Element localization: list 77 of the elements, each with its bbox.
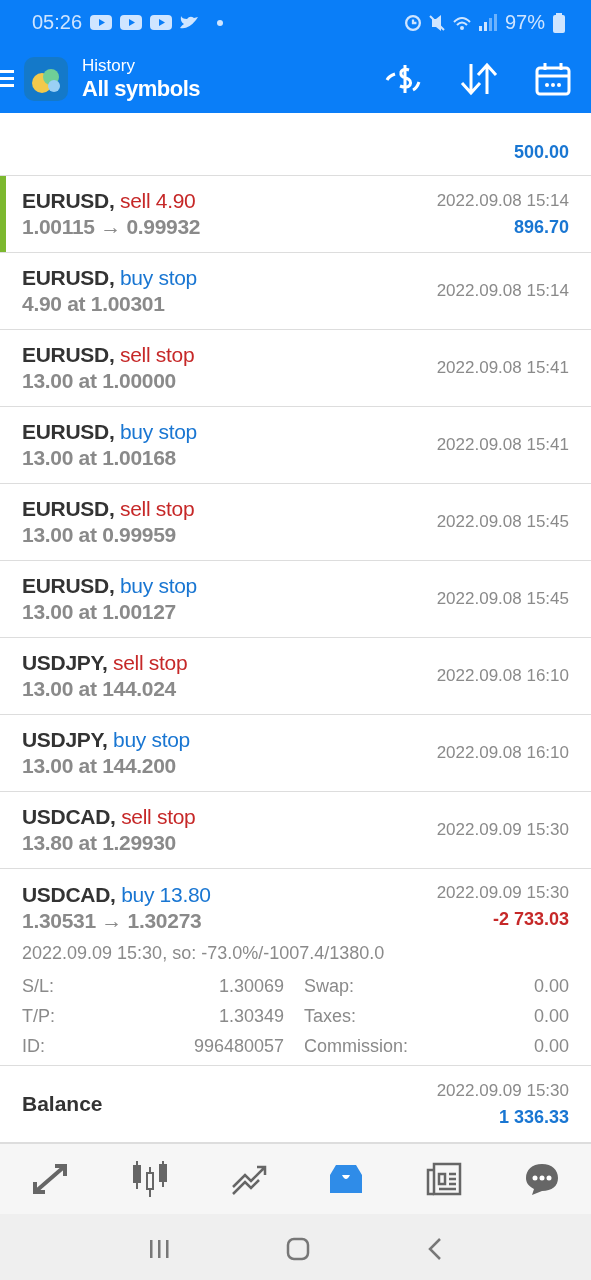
symbol-filter[interactable]: All symbols — [82, 76, 200, 102]
order-title: EURUSD, buy stop — [22, 266, 198, 290]
order-detail: 13.00 at 144.200 — [22, 754, 177, 778]
play-icon — [120, 15, 143, 30]
order-title: USDJPY, sell stop — [22, 651, 189, 675]
order-title: EURUSD, buy stop — [22, 574, 198, 598]
order-detail: 4.90 at 1.00301 — [22, 292, 166, 316]
field-value: 0.00 — [532, 976, 569, 997]
status-time: 05:26 — [32, 11, 83, 34]
field-label: Taxes: — [304, 1006, 358, 1027]
balance-label: Balance — [22, 1092, 104, 1116]
order-title: EURUSD, sell stop — [22, 343, 196, 367]
order-detail: 13.00 at 1.00127 — [22, 600, 177, 624]
play-icon — [150, 15, 173, 30]
order-title: USDJPY, buy stop — [22, 728, 191, 752]
order-note: 2022.09.09 15:30, so: -73.0%/-1007.4/1380.0 — [22, 943, 386, 964]
back-icon[interactable] — [426, 1237, 443, 1261]
order-detail: 1.00115 → 0.99932 — [22, 215, 202, 239]
wifi-icon — [452, 14, 471, 31]
field-label: ID: — [22, 1036, 46, 1057]
order-title: EURUSD, sell 4.90 — [22, 189, 197, 213]
time: 2022.09.08 15:14 — [436, 281, 569, 301]
trend-up-icon[interactable] — [230, 1163, 267, 1195]
app-logo-icon — [24, 57, 68, 101]
field-value: 1.30349 — [217, 1006, 284, 1027]
home-icon[interactable] — [286, 1237, 311, 1261]
time: 2022.09.08 16:10 — [436, 666, 569, 686]
time: 2022.09.08 15:14 — [436, 190, 569, 211]
field-value: 0.00 — [532, 1006, 569, 1027]
field-label: T/P: — [22, 1006, 56, 1027]
battery-percent: 97% — [504, 11, 545, 34]
amount: 1 336.33 — [498, 1106, 569, 1128]
amount: -2 733.03 — [492, 909, 569, 930]
time: 2022.09.08 15:45 — [436, 512, 569, 532]
field-value: 996480057 — [192, 1036, 284, 1057]
time: 2022.09.09 15:30 — [436, 1080, 569, 1101]
order-title: USDCAD, sell stop — [22, 805, 197, 829]
double-arrow-icon[interactable] — [30, 1162, 69, 1196]
amount: 896.70 — [513, 216, 569, 238]
mute-icon — [428, 13, 445, 32]
order-detail: 13.00 at 1.00000 — [22, 369, 177, 393]
field-value: 0.00 — [532, 1036, 569, 1057]
calendar-icon[interactable] — [535, 62, 571, 96]
field-label: Swap: — [304, 976, 356, 997]
alarm-icon — [404, 14, 421, 31]
signal-icon — [478, 14, 497, 31]
time: 2022.09.08 15:41 — [436, 358, 569, 378]
time: 2022.09.08 16:10 — [436, 743, 569, 763]
recent-apps-icon[interactable] — [148, 1238, 171, 1260]
field-label: Commission: — [304, 1036, 410, 1057]
menu-icon[interactable] — [0, 68, 14, 90]
order-title: USDCAD, buy 13.80 — [22, 883, 212, 907]
time: 2022.09.09 15:30 — [436, 820, 569, 840]
play-icon — [90, 15, 113, 30]
amount: 500.00 — [513, 142, 569, 163]
newspaper-icon[interactable] — [426, 1162, 463, 1196]
order-title: EURUSD, buy stop — [22, 420, 198, 444]
field-value: 1.30069 — [217, 976, 284, 997]
time: 2022.09.08 15:45 — [436, 589, 569, 609]
dot-icon — [217, 19, 224, 26]
field-label: S/L: — [22, 976, 56, 997]
order-detail: 13.00 at 1.00168 — [22, 446, 177, 470]
time: 2022.09.09 15:30 — [436, 883, 569, 903]
candlestick-icon[interactable] — [130, 1161, 169, 1197]
time: 2022.09.08 15:41 — [436, 435, 569, 455]
currency-exchange-icon[interactable] — [385, 62, 423, 96]
order-detail: 1.30531 → 1.30273 — [22, 909, 203, 933]
chat-icon[interactable] — [524, 1162, 561, 1196]
battery-icon — [553, 12, 565, 33]
order-title: EURUSD, sell stop — [22, 497, 196, 521]
inbox-icon[interactable] — [328, 1163, 365, 1195]
order-detail: 13.00 at 0.99959 — [22, 523, 177, 547]
sort-icon[interactable] — [459, 62, 499, 96]
order-detail: 13.80 at 1.29930 — [22, 831, 177, 855]
order-detail: 13.00 at 144.024 — [22, 677, 177, 701]
bird-icon — [180, 15, 200, 30]
screen-title: History — [82, 56, 136, 76]
